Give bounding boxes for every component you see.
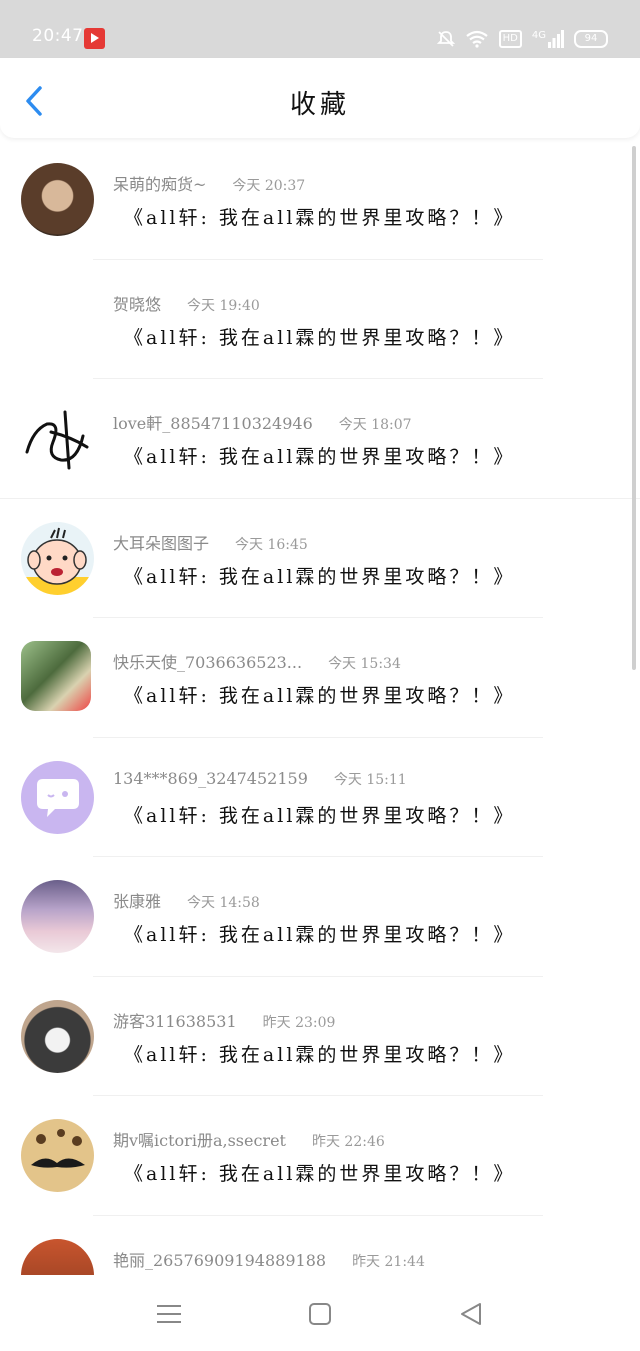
list-item[interactable]: 艳丽_26576909194889188 昨天 21:44 [0,1216,640,1275]
timestamp: 今天 19:40 [187,297,260,314]
story-title[interactable]: 《all轩: 我在all霖的世界里攻略？！》 [124,562,515,589]
mute-bell-icon [436,31,455,47]
avatar[interactable] [21,521,94,595]
timestamp: 今天 15:11 [333,771,407,788]
back-triangle-icon[interactable] [454,1297,488,1331]
list-item[interactable]: 游客311638531 昨天 23:09 《all轩: 我在all霖的世界里攻略？… [0,977,640,1096]
page-title: 收藏 [289,90,350,120]
user-name[interactable]: 游客311638531 [113,1012,237,1031]
timestamp: 今天 16:45 [235,536,308,553]
list-item[interactable]: 张康雅 今天 14:58 《all轩: 我在all霖的世界里攻略？！》 [0,857,640,977]
avatar[interactable] [21,1238,94,1275]
timestamp: 今天 15:34 [328,656,401,672]
user-name[interactable]: love軒_88547110324946 [113,414,313,433]
user-name[interactable]: 张康雅 [113,892,161,911]
wifi-icon [465,30,488,48]
timestamp: 昨天 21:44 [352,1253,425,1270]
list-item[interactable]: 贺晓悠 今天 19:40 《all轩: 我在all霖的世界里攻略？！》 [0,260,640,379]
story-title[interactable]: 《all轩: 我在all霖的世界里攻略？！》 [124,203,515,230]
timestamp: 昨天 22:46 [311,1134,385,1150]
user-name[interactable]: 134***869_3247452159 [113,769,308,788]
user-name[interactable]: 呆萌的痴货~ [113,175,206,194]
favorites-list: 呆萌的痴货~ 今天 20:37 《all轩: 我在all霖的世界里攻略？！》 贺晓… [0,140,640,1275]
story-title[interactable]: 《all轩: 我在all霖的世界里攻略？！》 [124,1040,515,1067]
user-name[interactable]: 艳丽_26576909194889188 [113,1251,326,1270]
header: 收藏 [0,58,640,138]
story-title[interactable]: 《all轩: 我在all霖的世界里攻略？！》 [124,920,515,947]
user-name[interactable]: 期v嘱ictori册a,ssecret [113,1131,286,1150]
avatar[interactable] [21,999,94,1073]
timestamp: 昨天 23:09 [262,1014,336,1031]
cartoon-boy-avatar-icon [21,527,94,595]
hd-badge: HD [498,30,522,48]
status-time: 20:47 [32,26,84,46]
timestamp: 今天 14:58 [187,895,260,911]
chat-bubble-avatar-icon [37,778,79,817]
user-name[interactable]: 大耳朵图图子 [113,534,209,553]
menu-icon[interactable] [152,1297,186,1331]
user-name[interactable]: 贺晓悠 [113,295,161,314]
home-icon[interactable] [303,1297,337,1331]
list-item[interactable]: 期v嘱ictori册a,ssecret 昨天 22:46 《all轩: 我在all… [0,1096,640,1216]
list-item[interactable]: 呆萌的痴货~ 今天 20:37 《all轩: 我在all霖的世界里攻略？！》 [0,140,640,260]
timestamp: 今天 18:07 [338,417,412,433]
network-type: 4G [531,29,546,41]
status-icons: HD 4G 94 [436,28,608,50]
story-title[interactable]: 《all轩: 我在all霖的世界里攻略？！》 [124,801,515,828]
mustache-avatar-icon [31,1129,85,1168]
user-name[interactable]: 快乐天使_7036636523... [113,653,302,672]
avatar[interactable] [21,402,94,475]
avatar[interactable] [21,282,94,356]
avatar[interactable] [21,1119,94,1192]
story-title[interactable]: 《all轩: 我在all霖的世界里攻略？！》 [124,681,515,708]
timestamp: 今天 20:37 [232,178,306,194]
list-item[interactable]: love軒_88547110324946 今天 18:07 《all轩: 我在al… [0,379,640,499]
status-bar: 20:47 HD 4G 94 [0,0,640,58]
app-notification-icon [84,28,105,49]
story-title[interactable]: 《all轩: 我在all霖的世界里攻略？！》 [124,1159,515,1186]
list-item[interactable]: 快乐天使_7036636523... 今天 15:34 《all轩: 我在all霖… [0,618,640,738]
story-title[interactable]: 《all轩: 我在all霖的世界里攻略？！》 [124,442,515,469]
list-item[interactable]: 134***869_3247452159 今天 15:11 《all轩: 我在al… [0,738,640,857]
battery-indicator: 94 [574,30,608,48]
signal-icon [548,30,564,48]
list-item[interactable]: 大耳朵图图子 今天 16:45 《all轩: 我在all霖的世界里攻略？！》 [0,499,640,618]
avatar[interactable] [21,641,91,711]
handwriting-avatar-icon [25,410,89,470]
story-title[interactable]: 《all轩: 我在all霖的世界里攻略？！》 [124,323,515,350]
system-nav-bar [0,1275,640,1351]
avatar[interactable] [21,880,94,953]
avatar[interactable] [21,760,94,834]
scrollbar[interactable] [632,146,636,670]
avatar[interactable] [21,163,94,236]
